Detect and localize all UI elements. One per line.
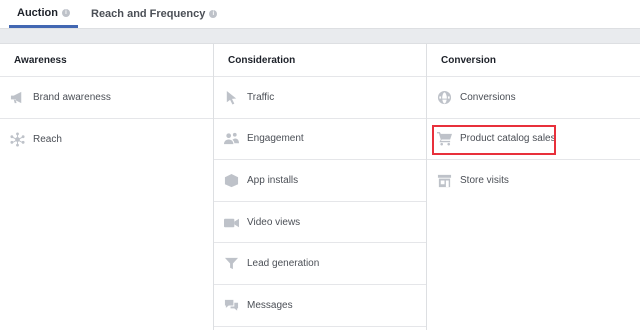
objective-messages[interactable]: Messages bbox=[214, 285, 426, 327]
objective-label: Reach bbox=[33, 133, 62, 145]
tab-auction[interactable]: Auction i bbox=[9, 0, 78, 28]
objective-label: Traffic bbox=[247, 91, 275, 103]
people-icon bbox=[223, 131, 239, 147]
objective-label: Lead generation bbox=[247, 258, 320, 270]
column-title: Conversion bbox=[427, 44, 640, 77]
reach-icon bbox=[9, 131, 25, 147]
objective-label: Video views bbox=[247, 216, 301, 228]
objective-app-installs[interactable]: App installs bbox=[214, 160, 426, 202]
objective-reach[interactable]: Reach bbox=[0, 119, 213, 161]
info-icon[interactable]: i bbox=[61, 8, 70, 17]
objective-store-visits[interactable]: Store visits bbox=[427, 160, 640, 202]
objective-engagement[interactable]: Engagement bbox=[214, 119, 426, 161]
objective-traffic[interactable]: Traffic bbox=[214, 77, 426, 119]
column-awareness: Awareness Brand awareness Reach bbox=[0, 44, 213, 330]
objective-product-catalog-sales[interactable]: Product catalog sales bbox=[427, 119, 640, 161]
column-title: Consideration bbox=[214, 44, 426, 77]
objective-tabs: Auction i Reach and Frequency i bbox=[0, 0, 640, 29]
box-icon bbox=[223, 172, 239, 188]
column-consideration: Consideration Traffic Engagement App ins… bbox=[213, 44, 427, 330]
tab-reach-and-frequency[interactable]: Reach and Frequency i bbox=[91, 0, 218, 28]
objective-label: Messages bbox=[247, 299, 293, 311]
objective-label: Store visits bbox=[460, 175, 509, 187]
objective-label: Engagement bbox=[247, 133, 304, 145]
objective-label: Product catalog sales bbox=[460, 133, 556, 145]
objective-label: Conversions bbox=[460, 91, 516, 103]
video-camera-icon bbox=[223, 214, 239, 230]
objective-label: Brand awareness bbox=[33, 91, 111, 103]
info-icon[interactable]: i bbox=[209, 10, 218, 18]
tab-label: Auction bbox=[17, 6, 58, 19]
cart-icon bbox=[436, 131, 452, 147]
objective-label: App installs bbox=[247, 174, 299, 186]
column-title: Awareness bbox=[0, 44, 213, 77]
column-conversion: Conversion Conversions Product catalog s… bbox=[427, 44, 640, 330]
objective-conversions[interactable]: Conversions bbox=[427, 77, 640, 119]
chat-bubbles-icon bbox=[223, 297, 239, 313]
cursor-icon bbox=[223, 89, 239, 105]
megaphone-icon bbox=[9, 89, 25, 105]
funnel-icon bbox=[223, 256, 239, 272]
globe-icon bbox=[436, 89, 452, 105]
store-icon bbox=[436, 173, 452, 189]
objective-video-views[interactable]: Video views bbox=[214, 202, 426, 244]
objectives-panel: Awareness Brand awareness Reach Consider… bbox=[0, 43, 640, 330]
objective-lead-generation[interactable]: Lead generation bbox=[214, 243, 426, 285]
tab-label: Reach and Frequency bbox=[91, 8, 206, 20]
objective-brand-awareness[interactable]: Brand awareness bbox=[0, 77, 213, 119]
